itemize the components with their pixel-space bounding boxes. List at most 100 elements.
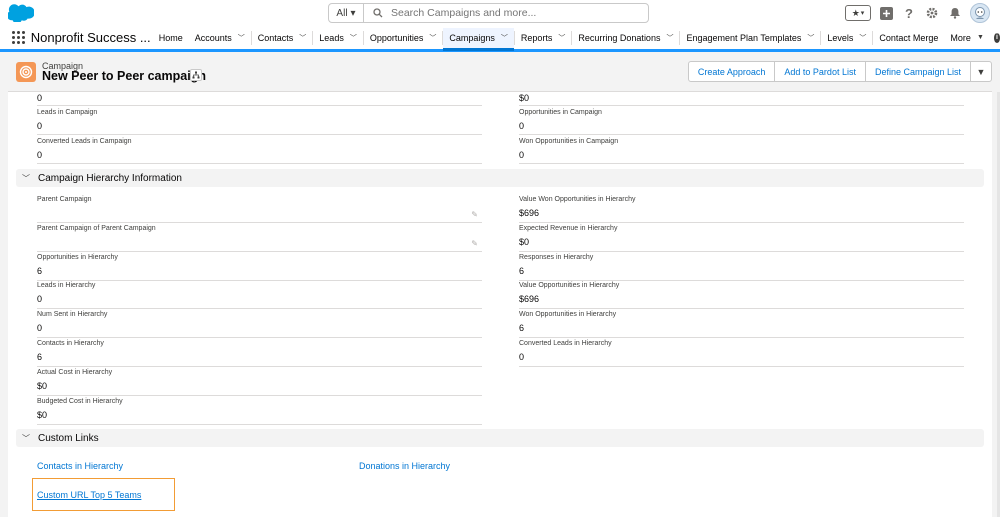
chevron-down-icon: ▾ — [350, 7, 356, 19]
nav-item-label: Opportunities — [369, 32, 424, 43]
field-value-opportunities-in-hierarchy: Value Opportunities in Hierarchy $696 — [519, 282, 964, 309]
add-icon[interactable] — [878, 5, 894, 21]
chevron-down-icon[interactable]: ﹀ — [501, 33, 508, 43]
field-value: $0 — [37, 381, 48, 391]
chevron-down-icon[interactable]: ﹀ — [558, 33, 565, 43]
field-value: $0 — [37, 410, 48, 420]
field-value: 0 — [37, 294, 43, 304]
nav-item-accounts[interactable]: Accounts ﹀ — [189, 26, 251, 49]
nav-item-label: More — [950, 32, 971, 43]
nav-item-label: Levels — [827, 32, 854, 43]
field-won-opportunities-in-hierarchy: Won Opportunities in Hierarchy 6 — [519, 311, 964, 338]
more-actions-button[interactable]: ▼ — [970, 61, 992, 82]
field-actual-cost-in-hierarchy: Actual Cost in Hierarchy $0 — [37, 369, 482, 396]
search-icon — [373, 8, 383, 18]
link-contacts-in-hierarchy[interactable]: Contacts in Hierarchy — [37, 461, 123, 471]
create-approach-button[interactable]: Create Approach — [687, 61, 776, 82]
record-actions: Create Approach Add to Pardot List Defin… — [687, 61, 992, 82]
app-launcher-icon[interactable] — [12, 31, 27, 44]
field-label: Leads in Campaign — [37, 109, 98, 116]
nav-item-label: Contacts — [257, 32, 294, 43]
field-value: 6 — [519, 323, 525, 333]
help-icon[interactable]: ? — [901, 5, 917, 21]
field-label: Budgeted Cost in Hierarchy — [37, 398, 123, 405]
nav-item-label: Leads — [319, 32, 344, 43]
field-value: 0 — [37, 93, 43, 103]
field-opportunities-in-campaign: Opportunities in Campaign 0 — [519, 109, 964, 135]
field-value: 0 — [37, 121, 43, 131]
nav-item-engagement-plan-templates[interactable]: Engagement Plan Templates ﹀ — [680, 26, 820, 49]
star-icon: ★ — [851, 7, 860, 18]
nav-item-label: Recurring Donations — [578, 32, 661, 43]
nav-item-contacts[interactable]: Contacts ﹀ — [252, 26, 313, 49]
nav-item-contact-merge[interactable]: Contact Merge — [873, 26, 944, 49]
nav-item-more[interactable]: More ▼ — [944, 26, 989, 49]
record-header: Campaign New Peer to Peer campaign Creat… — [8, 56, 992, 92]
chevron-down-icon: ▾ — [860, 10, 865, 17]
field-value: 0 — [37, 323, 43, 333]
nav-item-opportunities[interactable]: Opportunities ﹀ — [364, 26, 443, 49]
gear-icon[interactable] — [924, 5, 940, 21]
chevron-down-icon[interactable]: ▼ — [977, 34, 984, 41]
chevron-down-icon[interactable]: ﹀ — [429, 33, 436, 43]
app-name: Nonprofit Success ... — [30, 30, 151, 45]
chevron-down-icon[interactable]: ﹀ — [807, 33, 814, 43]
field-value: 0 — [37, 150, 43, 160]
chevron-down-icon[interactable]: ﹀ — [666, 33, 673, 43]
nav-item-home[interactable]: Home — [153, 26, 189, 49]
chevron-down-icon[interactable]: ﹀ — [238, 33, 245, 43]
nav-item-label: Accounts — [194, 32, 232, 43]
link-custom-url-top-5-teams[interactable]: Custom URL Top 5 Teams — [37, 490, 141, 500]
nav-item-label: Contact Merge — [879, 32, 939, 43]
nav-item-levels[interactable]: Levels ﹀ — [821, 26, 872, 49]
salesforce-logo[interactable] — [8, 4, 34, 22]
bell-icon[interactable] — [947, 5, 963, 21]
field-responses-in-hierarchy: Responses in Hierarchy 6 — [519, 254, 964, 281]
nav-item-reports[interactable]: Reports ﹀ — [515, 26, 572, 49]
pencil-icon[interactable]: ✎ — [471, 239, 478, 248]
field-label: Converted Leads in Hierarchy — [519, 340, 612, 347]
hierarchy-button[interactable] — [190, 69, 202, 81]
chevron-down-icon[interactable]: ﹀ — [299, 33, 306, 43]
field-label: Parent Campaign of Parent Campaign — [37, 225, 156, 232]
search-scope-label: All — [336, 7, 348, 19]
field-value: 6 — [37, 352, 43, 362]
hierarchy-icon — [192, 71, 200, 79]
record-title: New Peer to Peer campaign — [42, 69, 206, 83]
link-donations-in-hierarchy[interactable]: Donations in Hierarchy — [359, 461, 450, 471]
chevron-down-icon: ﹀ — [22, 173, 30, 183]
nav-item-leads[interactable]: Leads ﹀ — [313, 26, 363, 49]
field-value: 0 — [519, 352, 525, 362]
field-value: $696 — [519, 208, 540, 218]
search-input[interactable] — [391, 7, 631, 19]
nav-item-campaigns[interactable]: Campaigns ﹀ — [443, 27, 514, 51]
field-opportunities-in-hierarchy: Opportunities in Hierarchy 6 — [37, 254, 482, 281]
define-campaign-list-button[interactable]: Define Campaign List — [864, 61, 971, 82]
field-won-opportunities-in-campaign: Won Opportunities in Campaign 0 — [519, 138, 964, 164]
add-to-pardot-list-button[interactable]: Add to Pardot List — [774, 61, 866, 82]
field-label: Value Opportunities in Hierarchy — [519, 282, 620, 289]
field-leads-in-hierarchy: Leads in Hierarchy 0 — [37, 282, 482, 309]
header-utilities: ★ ▾ ? — [845, 3, 990, 23]
search-scope-dropdown[interactable]: All ▾ — [329, 4, 364, 22]
chevron-down-icon[interactable]: ﹀ — [859, 33, 866, 43]
field-value: $0 — [519, 237, 530, 247]
global-header: All ▾ ★ ▾ ? — [0, 0, 1000, 26]
field-value: 6 — [519, 266, 525, 276]
nav-item-label: Campaigns — [449, 32, 495, 43]
field-label: Responses in Hierarchy — [519, 254, 594, 261]
info-icon[interactable]: i — [993, 32, 1000, 43]
field-label: Expected Revenue in Hierarchy — [519, 225, 618, 232]
section-campaign-hierarchy[interactable]: ﹀ Campaign Hierarchy Information — [16, 169, 984, 187]
field-parent-campaign: Parent Campaign ✎ — [37, 196, 482, 223]
favorites-button[interactable]: ★ ▾ — [845, 5, 871, 21]
field-num-sent-in-hierarchy: Num Sent in Hierarchy 0 — [37, 311, 482, 338]
pencil-icon[interactable]: ✎ — [471, 210, 478, 219]
field-converted-leads-in-campaign: Converted Leads in Campaign 0 — [37, 138, 482, 164]
nav-item-recurring-donations[interactable]: Recurring Donations ﹀ — [572, 26, 679, 49]
section-custom-links[interactable]: ﹀ Custom Links — [16, 429, 984, 447]
field-value: $0 — [519, 93, 530, 103]
chevron-down-icon[interactable]: ﹀ — [350, 33, 357, 43]
field-expected-revenue-in-hierarchy: Expected Revenue in Hierarchy $0 — [519, 225, 964, 252]
user-avatar[interactable] — [970, 3, 990, 23]
